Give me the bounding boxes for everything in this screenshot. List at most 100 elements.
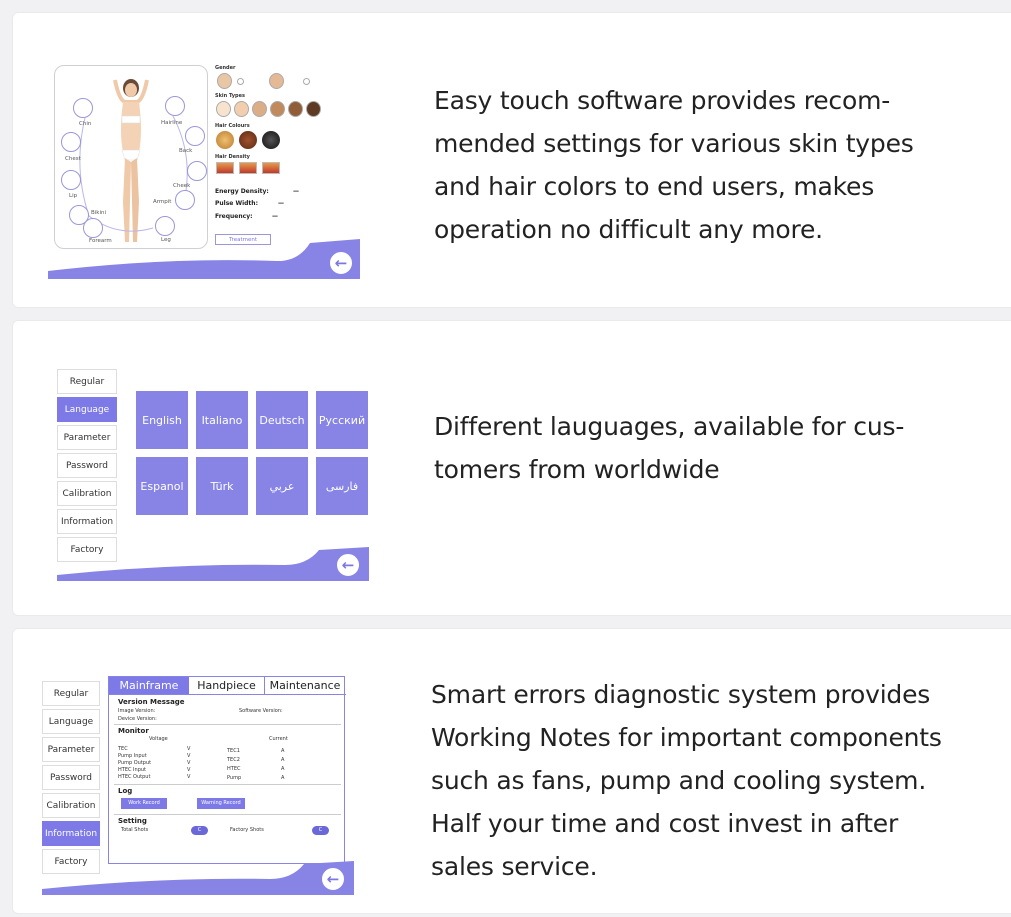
frequency-value: — xyxy=(272,213,278,220)
total-shots-label: Total Shots xyxy=(121,827,149,833)
zone-back: Back xyxy=(179,148,193,154)
hairline-zone-icon[interactable] xyxy=(165,96,185,116)
menu-parameter[interactable]: Parameter xyxy=(42,737,100,762)
section-divider xyxy=(114,814,341,815)
description-text: Easy touch software provides recom- mend… xyxy=(434,86,914,244)
setting-heading: Setting xyxy=(118,817,147,825)
clear-total-shots-button[interactable]: C xyxy=(191,826,208,835)
density-mid-icon[interactable] xyxy=(239,162,257,174)
menu-calibration[interactable]: Calibration xyxy=(42,793,100,818)
voltage-row-label: Pump Output xyxy=(118,760,152,766)
skin-type-6-icon[interactable] xyxy=(306,101,321,117)
lang-turk[interactable]: Türk xyxy=(196,457,248,515)
section-divider xyxy=(114,784,341,785)
language-screen: Regular Language Parameter Password Cali… xyxy=(57,347,369,581)
energy-density-value: — xyxy=(293,188,299,195)
amp-unit: A xyxy=(281,775,285,781)
tab-maintenance[interactable]: Maintenance xyxy=(265,677,345,694)
lang-russian[interactable]: Русский xyxy=(316,391,368,449)
skin-type-3-icon[interactable] xyxy=(252,101,267,117)
hair-brown-icon[interactable] xyxy=(239,131,257,149)
forearm-zone-icon[interactable] xyxy=(83,218,103,238)
feature-card-languages: Regular Language Parameter Password Cali… xyxy=(12,320,1011,616)
skin-type-2-icon[interactable] xyxy=(234,101,249,117)
menu-information[interactable]: Information xyxy=(57,509,117,534)
monitor-heading: Monitor xyxy=(118,727,149,735)
chest-zone-icon[interactable] xyxy=(61,132,81,152)
voltage-row-label: HTEC Input xyxy=(118,767,147,773)
clear-factory-shots-button[interactable]: C xyxy=(312,826,329,835)
amp-unit: A xyxy=(281,748,285,754)
work-record-button[interactable]: Work Record xyxy=(121,798,167,809)
male-radio[interactable] xyxy=(237,78,244,85)
lang-farsi[interactable]: فارسی xyxy=(316,457,368,515)
menu-parameter[interactable]: Parameter xyxy=(57,425,117,450)
female-radio[interactable] xyxy=(303,78,310,85)
back-zone-icon[interactable] xyxy=(185,126,205,146)
back-arrow-icon: ← xyxy=(341,555,355,574)
volt-unit: V xyxy=(187,746,191,752)
density-high-icon[interactable] xyxy=(262,162,280,174)
chin-zone-icon[interactable] xyxy=(73,98,93,118)
factory-shots-label: Factory Shots xyxy=(230,827,264,833)
menu-information[interactable]: Information xyxy=(42,821,100,846)
hair-blonde-icon[interactable] xyxy=(216,131,234,149)
menu-language[interactable]: Language xyxy=(57,397,117,422)
current-row-label: TEC2 xyxy=(227,757,240,763)
tab-divider xyxy=(109,694,346,695)
density-low-icon[interactable] xyxy=(216,162,234,174)
zone-bikini: Bikini xyxy=(91,210,107,216)
gender-label: Gender xyxy=(215,65,236,71)
description-text: Smart errors diagnostic system provides … xyxy=(431,680,942,881)
feature-description: Smart errors diagnostic system provides … xyxy=(431,673,1011,888)
lang-espanol[interactable]: Espanol xyxy=(136,457,188,515)
bottom-wave xyxy=(57,547,369,581)
male-face-icon[interactable] xyxy=(217,73,232,89)
frequency-label: Frequency: xyxy=(215,213,253,220)
menu-language[interactable]: Language xyxy=(42,709,100,734)
warning-record-button[interactable]: Warning Record xyxy=(197,798,245,809)
feature-card-presets: Chin Hairline Back Chest Cheek Lip Armpi… xyxy=(12,12,1011,308)
lip-zone-icon[interactable] xyxy=(61,170,81,190)
energy-density-label: Energy Density: xyxy=(215,188,269,195)
feature-description: Easy touch software provides recom- mend… xyxy=(434,79,1011,251)
software-version-label: Software Version: xyxy=(239,708,283,714)
lang-italiano[interactable]: Italiano xyxy=(196,391,248,449)
armpit-zone-icon[interactable] xyxy=(175,190,195,210)
bottom-wave xyxy=(48,239,360,279)
pulse-width-value: — xyxy=(278,200,284,207)
zone-cheek: Cheek xyxy=(173,183,191,189)
skin-types-label: Skin Types xyxy=(215,93,245,99)
description-text: Different lauguages, available for cus- … xyxy=(434,412,905,484)
menu-regular[interactable]: Regular xyxy=(57,369,117,394)
information-screen: Regular Language Parameter Password Cali… xyxy=(42,661,354,895)
tab-mainframe[interactable]: Mainframe xyxy=(109,677,189,694)
menu-password[interactable]: Password xyxy=(42,765,100,790)
back-button[interactable]: ← xyxy=(330,252,352,274)
log-heading: Log xyxy=(118,787,133,795)
lang-deutsch[interactable]: Deutsch xyxy=(256,391,308,449)
voltage-row-label: Pump Input xyxy=(118,753,147,759)
female-face-icon[interactable] xyxy=(269,73,284,89)
leg-zone-icon[interactable] xyxy=(155,216,175,236)
skin-type-4-icon[interactable] xyxy=(270,101,285,117)
zone-chin: Chin xyxy=(79,121,92,127)
cheek-zone-icon[interactable] xyxy=(187,161,207,181)
device-version-label: Device Version: xyxy=(118,716,157,722)
menu-calibration[interactable]: Calibration xyxy=(57,481,117,506)
tab-handpiece[interactable]: Handpiece xyxy=(189,677,265,694)
zone-chest: Chest xyxy=(65,156,81,162)
back-arrow-icon: ← xyxy=(334,253,348,272)
back-button[interactable]: ← xyxy=(322,868,344,890)
current-heading: Current xyxy=(269,736,288,742)
skin-type-1-icon[interactable] xyxy=(216,101,231,117)
menu-password[interactable]: Password xyxy=(57,453,117,478)
skin-type-5-icon[interactable] xyxy=(288,101,303,117)
menu-regular[interactable]: Regular xyxy=(42,681,100,706)
zone-hairline: Hairline xyxy=(161,120,183,126)
volt-unit: V xyxy=(187,760,191,766)
hair-black-icon[interactable] xyxy=(262,131,280,149)
lang-english[interactable]: English xyxy=(136,391,188,449)
back-button[interactable]: ← xyxy=(337,554,359,576)
lang-arabic[interactable]: عربي xyxy=(256,457,308,515)
